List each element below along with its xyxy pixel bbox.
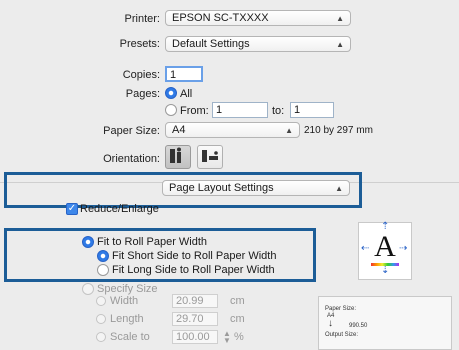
width-label: Width: [110, 295, 139, 307]
color-bar: [371, 263, 399, 266]
paper-size-info-label: Paper Size:: [325, 306, 357, 312]
pages-label: Pages:: [125, 88, 160, 100]
width-unit: cm: [230, 295, 245, 307]
arrow-up-icon: ⇡: [381, 221, 390, 232]
reduce-enlarge-checkbox[interactable]: ✓: [66, 203, 78, 215]
portrait-orientation-button[interactable]: [165, 145, 191, 169]
orientation-label: Orientation:: [103, 153, 160, 165]
printer-value: EPSON SC-TXXXX: [172, 12, 269, 24]
printer-select[interactable]: EPSON SC-TXXXX ▲: [165, 10, 351, 26]
scale-unit: %: [234, 331, 244, 343]
length-label: Length: [110, 313, 144, 325]
length-unit: cm: [230, 313, 245, 325]
fit-roll-radio[interactable]: [82, 236, 94, 248]
fit-long-label: Fit Long Side to Roll Paper Width: [112, 264, 275, 276]
scale-input[interactable]: 100.00: [172, 330, 218, 344]
printer-label: Printer:: [124, 13, 160, 25]
pages-all-label: All: [180, 88, 193, 100]
pages-to-label: to:: [272, 105, 285, 117]
fit-long-radio[interactable]: [97, 264, 109, 276]
scale-radio[interactable]: [96, 332, 106, 342]
reduce-enlarge-label: Reduce/Enlarge: [80, 203, 159, 215]
pages-from-input[interactable]: 1: [212, 102, 268, 118]
landscape-icon: [202, 150, 218, 162]
pages-all-radio[interactable]: [165, 87, 177, 99]
copies-label: Copies:: [122, 69, 160, 81]
updown-icon: ▲: [336, 40, 344, 49]
portrait-icon: [170, 147, 181, 163]
fit-roll-label: Fit to Roll Paper Width: [97, 236, 208, 248]
presets-select[interactable]: Default Settings ▲: [165, 36, 351, 52]
presets-value: Default Settings: [172, 38, 250, 50]
pages-from-radio[interactable]: [165, 104, 177, 116]
pages-from-label: From:: [180, 105, 209, 117]
roll-value: 990.50: [349, 323, 368, 329]
arrow-left-icon: ⇠: [361, 243, 370, 254]
length-input[interactable]: 29.70: [172, 312, 218, 326]
paper-size-value: A4: [172, 124, 186, 136]
copies-input[interactable]: 1: [165, 66, 203, 82]
paper-dimensions: 210 by 297 mm: [304, 125, 373, 136]
pages-to-input[interactable]: 1: [290, 102, 334, 118]
width-radio[interactable]: [96, 296, 106, 306]
scale-label: Scale to: [110, 331, 150, 343]
down-arrow-icon: ↓: [328, 318, 333, 329]
width-input[interactable]: 20.99: [172, 294, 218, 308]
fit-short-label: Fit Short Side to Roll Paper Width: [112, 250, 277, 262]
arrow-right-icon: ⇢: [399, 243, 408, 254]
output-size-label: Output Size:: [325, 332, 359, 338]
preview-image: A ⇡ ⇣ ⇠ ⇢: [358, 221, 412, 280]
arrow-down-icon: ⇣: [381, 265, 390, 276]
scale-stepper-icon[interactable]: ▲ ▼: [223, 330, 231, 345]
updown-icon: ▲: [336, 14, 344, 23]
panel-highlight: [4, 172, 362, 208]
presets-label: Presets:: [119, 38, 160, 50]
updown-icon: ▲: [285, 126, 293, 135]
paper-size-label: Paper Size:: [103, 125, 160, 137]
specify-size-label: Specify Size: [97, 283, 158, 295]
paper-size-select[interactable]: A4 ▲: [165, 122, 300, 138]
landscape-orientation-button[interactable]: [197, 145, 223, 169]
specify-size-radio[interactable]: [82, 283, 94, 295]
length-radio[interactable]: [96, 314, 106, 324]
preview-info-box: Paper Size: A4 ↓ 990.50 Output Size:: [318, 296, 452, 350]
fit-short-radio[interactable]: [97, 250, 109, 262]
